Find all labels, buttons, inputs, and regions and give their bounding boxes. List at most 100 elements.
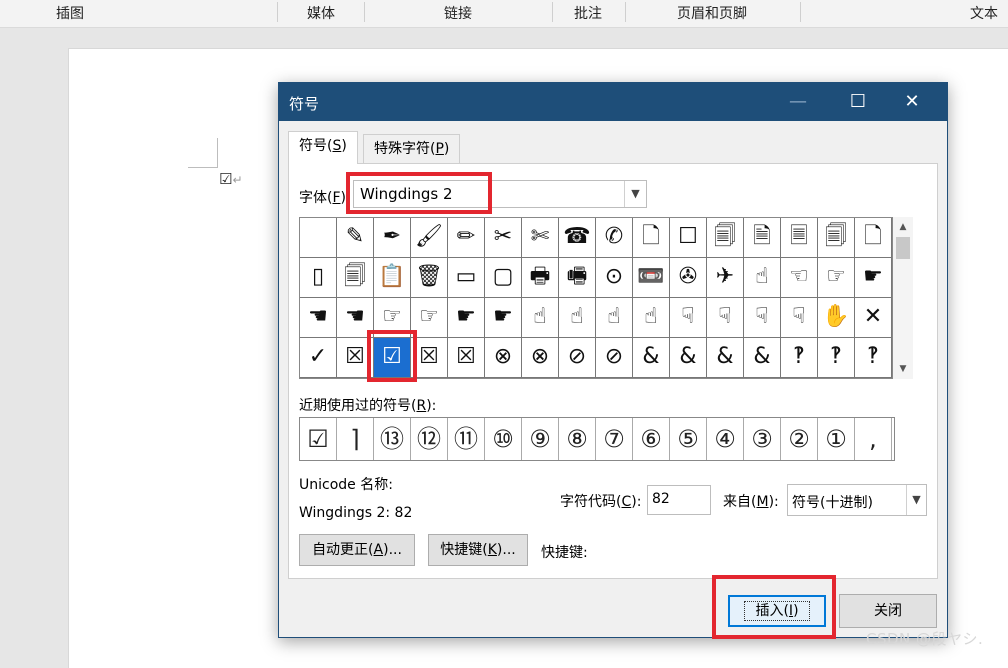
symbol-cell[interactable]: ⊘ — [559, 338, 596, 378]
symbol-cell[interactable]: ✎ — [337, 218, 374, 258]
symbol-cell[interactable]: & — [633, 338, 670, 378]
symbol-cell[interactable]: ✋ — [818, 298, 855, 338]
document-inserted-checkbox[interactable]: ☑↵ — [219, 170, 243, 188]
symbol-cell[interactable]: ☒ — [337, 338, 374, 378]
symbol-cell[interactable]: ☛ — [855, 258, 892, 298]
tab-symbols[interactable]: 符号(S) — [288, 131, 358, 164]
symbol-grid-scrollbar[interactable]: ▲ ▼ — [893, 217, 913, 379]
symbol-cell[interactable]: 🗑 — [411, 258, 448, 298]
symbol-cell[interactable]: ☝ — [596, 298, 633, 338]
symbol-cell[interactable]: ☞ — [818, 258, 855, 298]
recent-symbol-cell[interactable]: ① — [818, 418, 855, 460]
recent-symbol-cell[interactable]: ⑧ — [559, 418, 596, 460]
autocorrect-button[interactable]: 自动更正(A)... — [299, 534, 415, 566]
ribbon-group-header-footer[interactable]: 页眉和页脚 — [660, 0, 764, 28]
recent-symbol-cell[interactable]: ⑦ — [596, 418, 633, 460]
symbol-cell[interactable]: ‽ — [818, 338, 855, 378]
ribbon-group-media[interactable]: 媒体 — [290, 0, 352, 28]
symbol-cell[interactable]: ✈ — [707, 258, 744, 298]
recent-symbol-cell[interactable]: ⑤ — [670, 418, 707, 460]
symbol-cell[interactable]: ▭ — [448, 258, 485, 298]
symbol-cell[interactable]: 🗋 — [855, 218, 892, 258]
symbol-cell[interactable]: 🖌 — [411, 218, 448, 258]
symbol-cell[interactable]: ☒ — [411, 338, 448, 378]
symbol-cell[interactable]: ☝ — [559, 298, 596, 338]
symbol-cell[interactable]: ✂ — [485, 218, 522, 258]
tab-special-characters[interactable]: 特殊字符(P) — [363, 134, 461, 164]
recent-symbol-cell[interactable]: ⌉ — [337, 418, 374, 460]
symbol-cell[interactable]: ☎ — [559, 218, 596, 258]
recent-symbol-cell[interactable]: ⑩ — [485, 418, 522, 460]
symbol-cell[interactable]: ☟ — [707, 298, 744, 338]
symbol-cell[interactable]: ☞ — [374, 298, 411, 338]
chevron-down-icon[interactable]: ▼ — [624, 181, 646, 207]
recent-symbol-cell[interactable]: ⑫ — [411, 418, 448, 460]
symbol-cell[interactable]: ✓ — [300, 338, 337, 378]
symbol-cell[interactable]: ‽ — [855, 338, 892, 378]
symbol-cell[interactable]: ☛ — [485, 298, 522, 338]
recent-symbol-cell[interactable]: ☑ — [300, 418, 337, 460]
close-window-button[interactable]: ✕ — [889, 83, 935, 121]
symbol-cell[interactable]: & — [670, 338, 707, 378]
scroll-thumb[interactable] — [896, 237, 910, 259]
symbol-cell[interactable] — [300, 218, 337, 258]
symbol-cell[interactable]: ☜ — [781, 258, 818, 298]
symbol-cell[interactable]: ☟ — [744, 298, 781, 338]
symbol-cell[interactable]: 📼 — [633, 258, 670, 298]
symbol-cell[interactable]: 📋 — [374, 258, 411, 298]
symbol-cell[interactable]: 🗐 — [337, 258, 374, 298]
symbol-cell[interactable]: 🗐 — [707, 218, 744, 258]
ribbon-group-illustrations[interactable]: 插图 — [40, 0, 100, 28]
symbol-cell[interactable]: ✒ — [374, 218, 411, 258]
ribbon-group-links[interactable]: 链接 — [418, 0, 498, 28]
ribbon-group-text[interactable]: 文本 — [960, 0, 1008, 28]
scroll-down-icon[interactable]: ▼ — [893, 359, 913, 379]
symbol-cell[interactable]: ☚ — [300, 298, 337, 338]
symbol-cell[interactable]: ✄ — [522, 218, 559, 258]
symbol-cell[interactable]: ☚ — [337, 298, 374, 338]
recent-symbol-cell[interactable]: ④ — [707, 418, 744, 460]
symbol-cell[interactable]: ☟ — [670, 298, 707, 338]
symbol-cell[interactable]: ▢ — [485, 258, 522, 298]
symbol-cell[interactable]: ‽ — [781, 338, 818, 378]
from-select[interactable]: 符号(十进制) ▼ — [787, 484, 927, 516]
symbol-cell[interactable]: ✆ — [596, 218, 633, 258]
recent-symbol-cell[interactable]: ⑨ — [522, 418, 559, 460]
symbol-cell[interactable]: ☝ — [522, 298, 559, 338]
symbol-cell[interactable]: ☐ — [670, 218, 707, 258]
symbol-cell[interactable]: ☑ — [374, 338, 411, 378]
symbol-cell[interactable]: ☛ — [448, 298, 485, 338]
symbol-cell[interactable]: ☝ — [633, 298, 670, 338]
symbol-cell[interactable]: ☝ — [744, 258, 781, 298]
chevron-down-icon[interactable]: ▼ — [906, 485, 926, 515]
recent-symbols-list[interactable]: ☑ ⌉ ⑬ ⑫ ⑪ ⑩ ⑨ ⑧ ⑦ ⑥ ⑤ ④ ③ ② ①, — [299, 417, 895, 461]
maximize-button[interactable]: ☐ — [835, 83, 881, 121]
font-select[interactable]: Wingdings 2 ▼ — [353, 180, 647, 208]
close-button[interactable]: 关闭 — [839, 594, 937, 628]
dialog-titlebar[interactable]: 符号 — ☐ ✕ — [279, 83, 947, 121]
symbol-cell[interactable]: ✏ — [448, 218, 485, 258]
symbol-cell[interactable]: ⊙ — [596, 258, 633, 298]
ribbon-group-comments[interactable]: 批注 — [560, 0, 616, 28]
recent-symbol-cell[interactable]: ⑥ — [633, 418, 670, 460]
recent-symbol-cell[interactable]: ② — [781, 418, 818, 460]
symbol-cell[interactable]: ✕ — [855, 298, 892, 338]
symbol-cell[interactable]: ⊗ — [485, 338, 522, 378]
symbol-cell[interactable]: ⊗ — [522, 338, 559, 378]
symbol-cell[interactable]: ☟ — [781, 298, 818, 338]
symbol-cell[interactable]: ☞ — [411, 298, 448, 338]
symbol-cell[interactable]: & — [707, 338, 744, 378]
symbol-cell[interactable]: 🗋 — [633, 218, 670, 258]
recent-symbol-cell[interactable]: ③ — [744, 418, 781, 460]
symbol-cell[interactable]: 🗏 — [781, 218, 818, 258]
insert-button[interactable]: 插入(I) — [728, 595, 826, 627]
char-code-input[interactable]: 82 — [647, 485, 711, 515]
symbol-cell[interactable]: ▯ — [300, 258, 337, 298]
recent-symbol-cell[interactable]: ⑬ — [374, 418, 411, 460]
symbol-cell[interactable]: & — [744, 338, 781, 378]
symbol-cell[interactable]: 🖷 — [559, 258, 596, 298]
symbol-cell[interactable]: ☒ — [448, 338, 485, 378]
symbol-cell[interactable]: ✇ — [670, 258, 707, 298]
shortcut-key-button[interactable]: 快捷键(K)... — [428, 534, 528, 566]
symbol-cell[interactable]: 🗎 — [744, 218, 781, 258]
